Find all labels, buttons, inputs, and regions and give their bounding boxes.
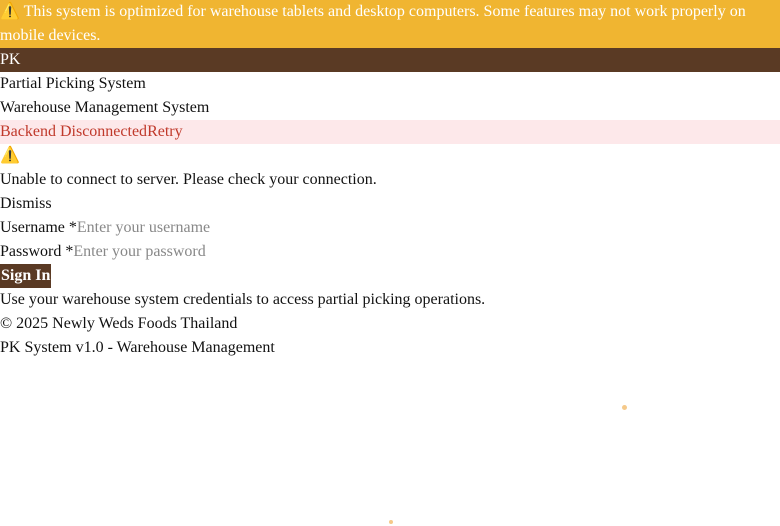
footer-version: PK System v1.0 - Warehouse Management xyxy=(0,339,275,356)
error-alert-icon-row: ⚠️ xyxy=(0,144,780,168)
dismiss-button[interactable]: Dismiss xyxy=(0,192,52,216)
signin-row: Sign In xyxy=(0,264,780,288)
username-row: Username * xyxy=(0,216,780,240)
sign-in-button[interactable]: Sign In xyxy=(0,264,52,288)
warning-icon: ⚠️ xyxy=(0,147,20,164)
password-row: Password * xyxy=(0,240,780,264)
connection-status: Backend DisconnectedRetry xyxy=(0,120,780,144)
status-text: Backend Disconnected xyxy=(0,123,148,140)
decorative-dot xyxy=(622,405,627,410)
username-label: Username * xyxy=(0,219,77,236)
warning-icon: ⚠️ xyxy=(0,3,20,20)
brand-logo: PK xyxy=(0,48,780,72)
login-form: Username * Password * Sign In xyxy=(0,216,780,288)
retry-button[interactable]: Retry xyxy=(147,120,183,144)
mobile-warning-banner: ⚠️ This system is optimized for warehous… xyxy=(0,0,780,48)
password-label: Password * xyxy=(0,243,74,260)
banner-text: This system is optimized for warehouse t… xyxy=(0,3,746,44)
logo-text: PK xyxy=(0,51,21,68)
decorative-dot xyxy=(389,520,393,524)
error-alert-message: Unable to connect to server. Please chec… xyxy=(0,171,377,188)
password-input[interactable] xyxy=(73,240,274,264)
app-subtitle: Warehouse Management System xyxy=(0,99,210,116)
footer-copyright: © 2025 Newly Weds Foods Thailand xyxy=(0,315,238,332)
dismiss-row: Dismiss xyxy=(0,192,780,216)
login-help-text: Use your warehouse system credentials to… xyxy=(0,291,486,308)
username-input[interactable] xyxy=(76,216,277,240)
app-title: Partial Picking System xyxy=(0,75,146,92)
